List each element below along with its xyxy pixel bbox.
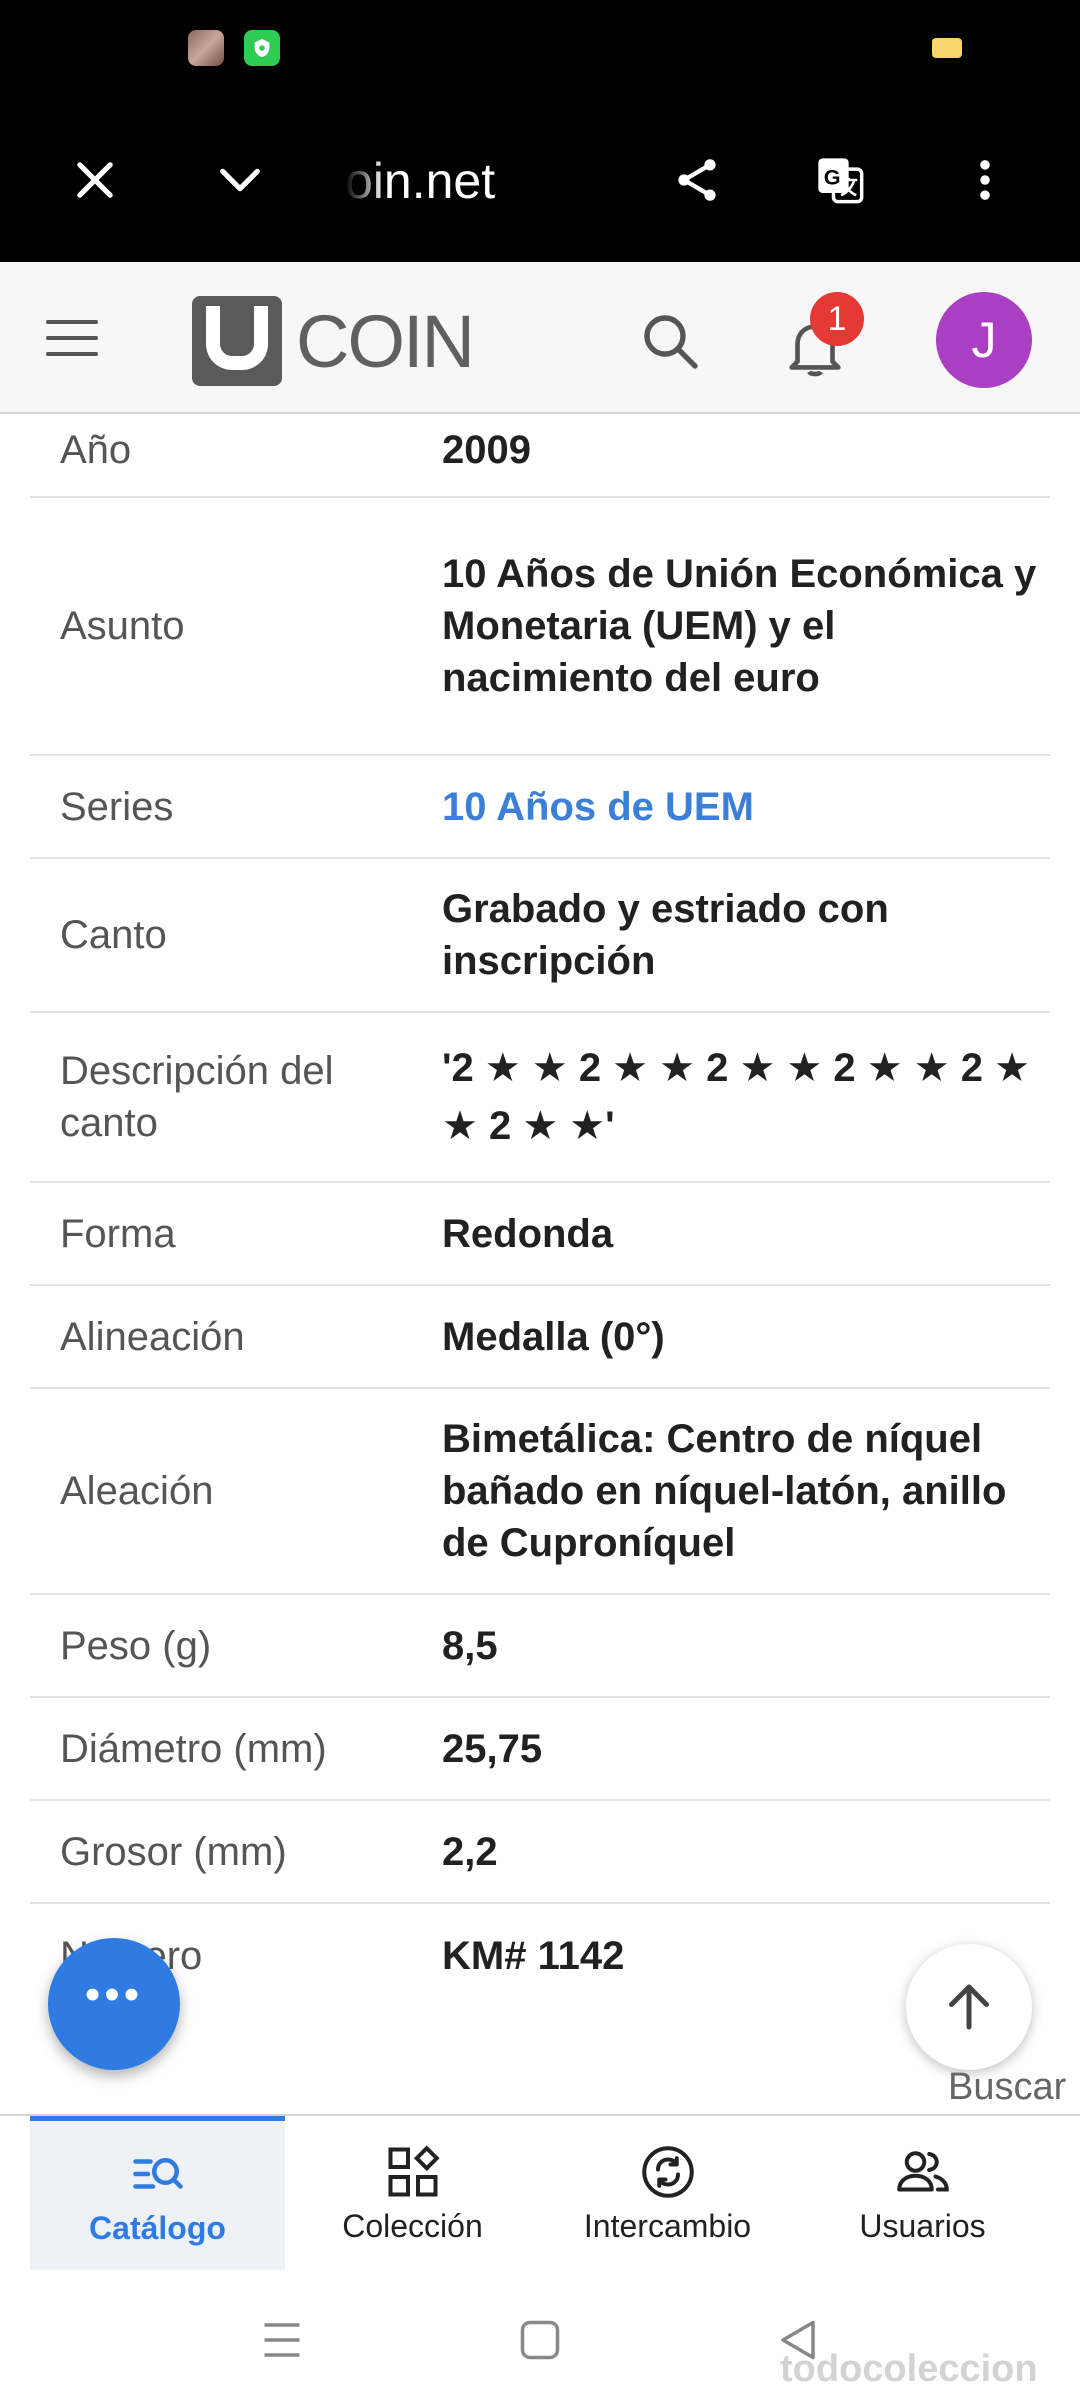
row-value: 8,5 <box>442 1623 498 1668</box>
nav-collection[interactable]: Colección <box>285 2116 540 2270</box>
table-row: Aleación Bimetálica: Centro de níquel ba… <box>30 1389 1050 1595</box>
row-label: Forma <box>60 1211 176 1256</box>
table-row: Año 2009 <box>30 414 1050 498</box>
arrow-up-icon <box>949 1984 989 2030</box>
row-value: 25,75 <box>442 1726 543 1771</box>
collection-icon <box>388 2144 440 2196</box>
row-value: '2 ★ ★ 2 ★ ★ 2 ★ ★ 2 ★ ★ 2 ★ ★ 2 ★ ★' <box>442 1046 1030 1148</box>
more-actions-fab[interactable]: ••• <box>48 1938 180 2070</box>
square-home-icon <box>520 2320 560 2360</box>
menu-lines-icon <box>264 2323 300 2357</box>
browser-toolbar: oin.net G <box>0 130 1080 230</box>
search-hint-label[interactable]: Buscar <box>948 2066 1066 2109</box>
table-row: Series 10 Años de UEM <box>30 756 1050 859</box>
menu-button[interactable] <box>40 312 104 364</box>
row-label: Series <box>60 784 174 829</box>
row-value: 2009 <box>442 428 531 472</box>
nav-users[interactable]: Usuarios <box>795 2116 1050 2270</box>
menu-icon-bar <box>46 352 98 356</box>
row-value: Grabado y estriado con inscripción <box>442 887 889 983</box>
translate-button[interactable]: G <box>795 130 885 230</box>
nav-exchange[interactable]: Intercambio <box>540 2116 795 2270</box>
table-row: Peso (g) 8,5 <box>30 1595 1050 1698</box>
nav-label: Colección <box>342 2207 483 2244</box>
app-header: COIN 1 J <box>0 262 1080 414</box>
series-link[interactable]: 10 Años de UEM <box>442 781 1050 833</box>
logo-u-icon <box>192 296 282 386</box>
scroll-to-top-button[interactable] <box>906 1944 1032 2070</box>
logo-text: COIN <box>296 299 475 383</box>
shield-icon <box>244 30 280 66</box>
avatar[interactable]: J <box>936 292 1032 388</box>
more-options-button[interactable] <box>940 130 1030 230</box>
search-button[interactable] <box>635 306 707 378</box>
nav-catalog[interactable]: Catálogo <box>30 2116 285 2270</box>
search-icon <box>644 315 698 369</box>
battery-icon <box>932 38 962 58</box>
notification-badge[interactable]: 1 <box>810 292 864 346</box>
row-value: 10 Años de Unión Económica y Monetaria (… <box>442 552 1037 700</box>
row-label: Canto <box>60 913 167 957</box>
close-icon <box>77 162 113 198</box>
row-label: Diámetro (mm) <box>60 1726 327 1771</box>
more-horiz-icon: ••• <box>84 1970 144 2019</box>
close-tab-button[interactable] <box>50 130 140 230</box>
minimize-tab-button[interactable] <box>195 130 285 230</box>
url-text[interactable]: oin.net <box>345 152 505 210</box>
menu-icon-bar <box>46 320 98 324</box>
row-label: Grosor (mm) <box>60 1829 287 1874</box>
nav-label: Usuarios <box>859 2207 986 2244</box>
exchange-icon <box>641 2145 694 2198</box>
table-row: Forma Redonda <box>30 1183 1050 1286</box>
table-row: Descripción del canto '2 ★ ★ 2 ★ ★ 2 ★ ★… <box>30 1013 1050 1183</box>
row-label: Aleación <box>60 1469 214 1513</box>
nav-label: Catálogo <box>89 2210 226 2246</box>
table-row: Asunto 10 Años de Unión Económica y Mone… <box>30 498 1050 756</box>
recents-button[interactable] <box>252 2310 312 2370</box>
ucoin-logo[interactable]: COIN <box>192 296 475 386</box>
translate-icon: G <box>818 158 864 204</box>
users-icon <box>896 2150 949 2191</box>
share-button[interactable] <box>652 130 742 230</box>
more-vert-icon <box>980 160 990 200</box>
table-row: Canto Grabado y estriado con inscripción <box>30 859 1050 1013</box>
status-icons <box>188 30 280 66</box>
svg-text:G: G <box>824 164 841 189</box>
row-value: 2,2 <box>442 1829 498 1874</box>
status-and-browser-bar: oin.net G <box>0 0 1080 262</box>
bottom-navigation: Catálogo Colección Intercambio Usuarios <box>0 2114 1080 2270</box>
menu-icon-bar <box>46 336 98 340</box>
table-row: Grosor (mm) 2,2 <box>30 1801 1050 1904</box>
watermark: todocoleccion <box>780 2348 1038 2390</box>
row-value: Bimetálica: Centro de níquel bañado en n… <box>442 1417 1007 1565</box>
table-row: Diámetro (mm) 25,75 <box>30 1698 1050 1801</box>
row-label: Alineación <box>60 1314 245 1359</box>
home-button[interactable] <box>510 2310 570 2370</box>
row-value: Medalla (0°) <box>442 1314 665 1359</box>
table-row: Alineación Medalla (0°) <box>30 1286 1050 1389</box>
row-label: Descripción del canto <box>60 1049 334 1145</box>
nav-label: Intercambio <box>583 2207 752 2244</box>
row-value: Redonda <box>442 1211 614 1256</box>
table-row: Número KM# 1142 <box>30 1904 1050 2007</box>
chevron-down-icon <box>220 168 260 192</box>
coin-details-table: Año 2009 Asunto 10 Años de Unión Económi… <box>30 414 1050 2007</box>
row-label: Peso (g) <box>60 1623 212 1668</box>
row-label: Año <box>60 428 132 472</box>
catalog-search-icon <box>132 2158 183 2189</box>
share-icon <box>678 159 716 201</box>
row-label: Asunto <box>60 604 185 648</box>
gallery-notification-icon <box>188 30 224 66</box>
